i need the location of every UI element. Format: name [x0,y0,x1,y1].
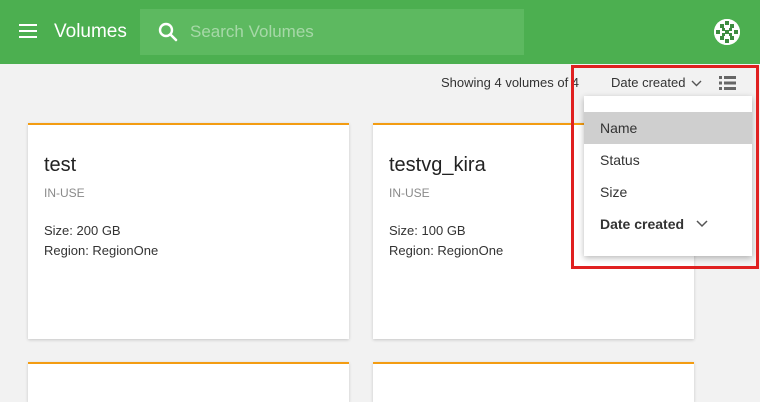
page-title: Volumes [54,21,127,42]
app-header: Volumes [0,0,760,64]
sort-option-size[interactable]: Size [584,176,752,208]
volume-card-partial[interactable] [28,362,349,402]
card-region: Region: RegionOne [44,243,159,258]
sort-label: Date created [611,75,686,90]
card-title: testvg_kira [389,154,486,176]
chevron-down-icon [691,80,702,86]
sort-option-date-created[interactable]: Date created [584,208,752,240]
avatar[interactable] [714,19,740,45]
volume-card-partial[interactable] [373,362,694,402]
sort-menu: Name Status Size Date created [584,96,752,256]
search-bar[interactable] [140,9,524,55]
menu-icon[interactable] [19,24,37,40]
results-count: Showing 4 volumes of 4 [441,75,580,90]
sort-dropdown-trigger[interactable]: Date created [611,75,702,91]
card-size: Size: 100 GB [389,223,466,238]
sort-option-label: Name [600,120,638,136]
sort-option-name[interactable]: Name [584,112,752,144]
search-icon [158,22,178,42]
sort-option-label: Date created [600,216,685,232]
chevron-down-icon [696,220,708,228]
sort-option-label: Status [600,152,640,168]
search-input[interactable] [190,20,510,44]
sort-option-status[interactable]: Status [584,144,752,176]
status-badge: IN-USE [389,186,430,200]
status-badge: IN-USE [44,186,85,200]
card-title: test [44,154,77,176]
list-view-icon[interactable] [719,76,736,90]
card-size: Size: 200 GB [44,223,121,238]
sort-option-label: Size [600,184,628,200]
card-region: Region: RegionOne [389,243,504,258]
volume-card-test[interactable]: test IN-USE Size: 200 GB Region: RegionO… [28,123,349,339]
